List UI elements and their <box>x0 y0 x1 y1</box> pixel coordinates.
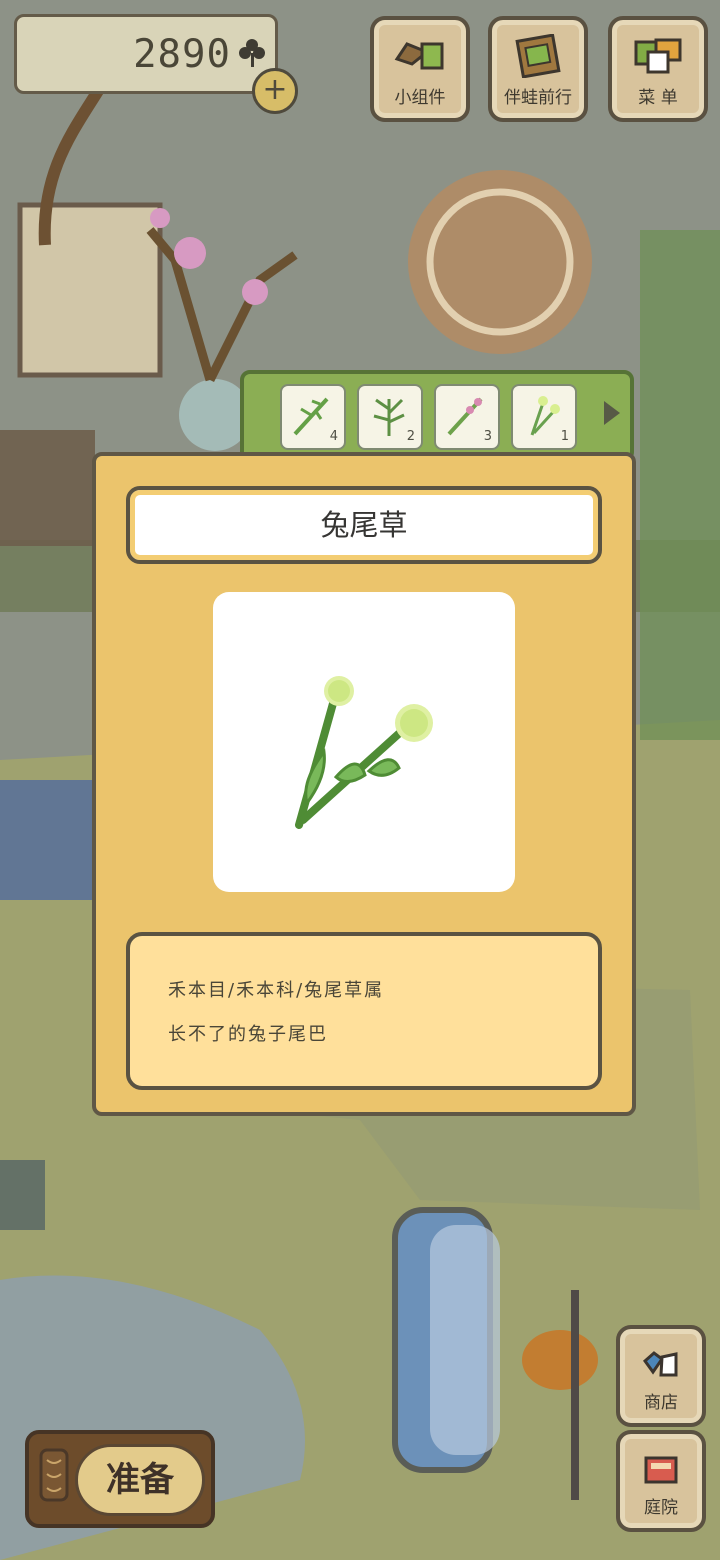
plant-image-frame <box>213 592 515 892</box>
garden-label: 庭院 <box>644 1498 678 1518</box>
plant-description: 长不了的兔子尾巴 <box>168 1024 328 1045</box>
plant-count: 3 <box>483 429 492 444</box>
prepare-label: 准备 <box>75 1444 205 1516</box>
next-arrow-icon[interactable] <box>604 401 620 425</box>
shop-label: 商店 <box>644 1393 678 1413</box>
plant-description-panel: 禾本目/禾本科/兔尾草属 长不了的兔子尾巴 <box>126 932 602 1090</box>
plant-slot[interactable]: 2 <box>357 384 423 450</box>
wood-log-icon <box>39 1448 69 1502</box>
clover-count: 2890 <box>133 32 231 77</box>
garden-button[interactable]: 庭院 <box>616 1430 706 1532</box>
widget-icon <box>394 42 444 70</box>
menu-icon <box>634 38 682 74</box>
plant-selector-strip: 4 2 3 1 <box>240 370 634 462</box>
shop-bag-icon <box>642 1351 678 1377</box>
rabbit-tail-grass-illustration <box>295 676 433 829</box>
plant-detail-card: 兔尾草 禾本目/禾本科/兔尾草属 长不了的兔子尾巴 <box>92 452 636 1116</box>
add-clover-button[interactable]: + <box>252 68 298 114</box>
plant-slot[interactable]: 4 <box>280 384 346 450</box>
menu-button[interactable]: 菜 单 <box>608 16 708 122</box>
prepare-button[interactable]: 准备 <box>25 1430 215 1528</box>
journey-book-icon <box>515 34 561 78</box>
plant-count: 4 <box>329 429 338 444</box>
widget-label: 小组件 <box>394 88 446 108</box>
clover-icon <box>239 39 265 67</box>
plant-slot[interactable]: 1 <box>511 384 577 450</box>
menu-label: 菜 单 <box>638 88 678 108</box>
plus-icon: + <box>262 72 288 107</box>
plant-count: 2 <box>406 429 415 444</box>
frog-journey-button[interactable]: 伴蛙前行 <box>488 16 588 122</box>
plant-classification: 禾本目/禾本科/兔尾草属 <box>168 980 385 1001</box>
clover-counter: 2890 <box>14 14 278 94</box>
widget-button[interactable]: 小组件 <box>370 16 470 122</box>
plant-title: 兔尾草 <box>126 486 602 564</box>
plant-slot[interactable]: 3 <box>434 384 500 450</box>
frog-journey-label: 伴蛙前行 <box>504 88 572 108</box>
garden-mailbox-icon <box>644 1456 678 1484</box>
shop-button[interactable]: 商店 <box>616 1325 706 1427</box>
plant-count: 1 <box>560 429 569 444</box>
